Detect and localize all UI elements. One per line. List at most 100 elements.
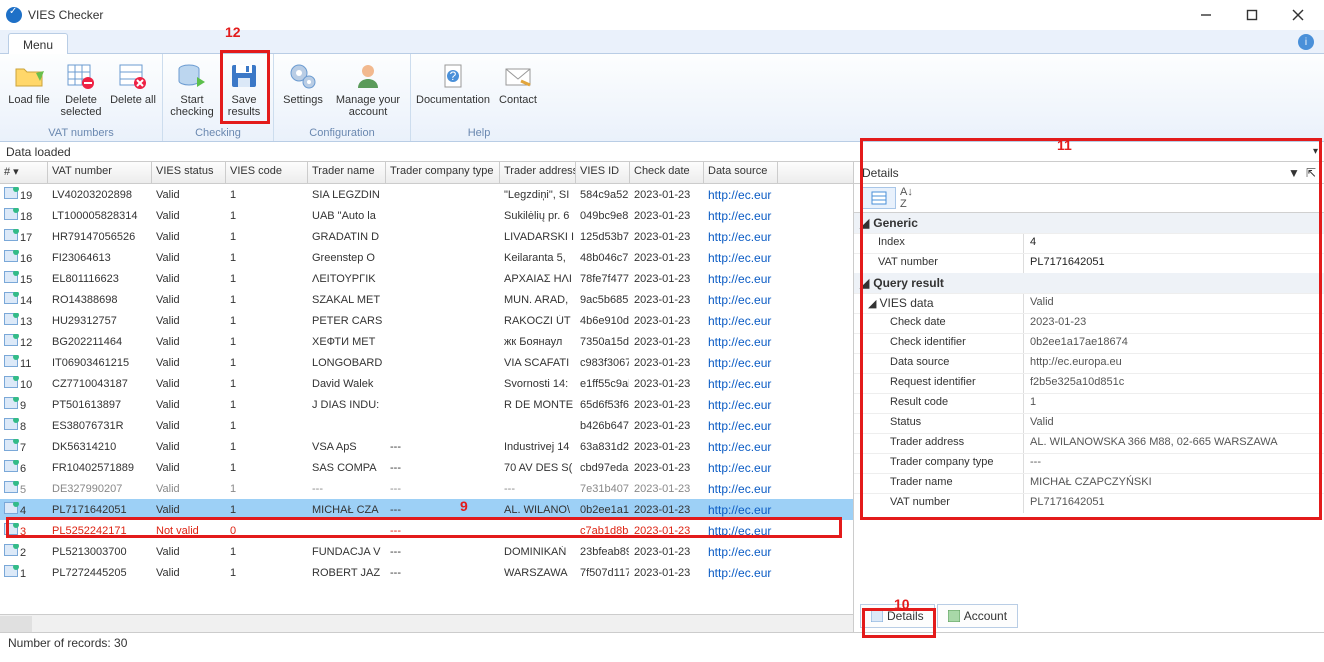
column-header[interactable]: VIES code bbox=[226, 162, 308, 183]
source-link[interactable]: http://ec.eur bbox=[708, 503, 771, 517]
settings-button[interactable]: Settings bbox=[280, 58, 326, 118]
source-link[interactable]: http://ec.eur bbox=[708, 377, 771, 391]
source-link[interactable]: http://ec.eur bbox=[708, 566, 771, 580]
grid-delete-icon bbox=[117, 60, 149, 92]
delete-selected-button[interactable]: Delete selected bbox=[58, 58, 104, 118]
documentation-button[interactable]: ? Documentation bbox=[417, 58, 489, 106]
source-link[interactable]: http://ec.eur bbox=[708, 545, 771, 559]
table-row[interactable]: 1PL7272445205Valid1ROBERT JAZ---WARSZAWA… bbox=[0, 562, 853, 583]
column-header[interactable]: Trader company type bbox=[386, 162, 500, 183]
close-button[interactable] bbox=[1284, 5, 1312, 25]
tab-menu[interactable]: Menu bbox=[8, 33, 68, 54]
table-row[interactable]: 12BG202211464Valid1ХЕФТИ МЕТжк Боянаул73… bbox=[0, 331, 853, 352]
table-row[interactable]: 19LV40203202898Valid1SIA LEGZDIN"Legzdiņ… bbox=[0, 184, 853, 205]
source-link[interactable]: http://ec.eur bbox=[708, 419, 771, 433]
collapse-icon[interactable]: ◢ bbox=[860, 276, 869, 290]
category-generic[interactable]: ◢Generic bbox=[854, 213, 1324, 233]
source-link[interactable]: http://ec.eur bbox=[708, 230, 771, 244]
table-row[interactable]: 2PL5213003700Valid1FUNDACJA V---DOMINIKA… bbox=[0, 541, 853, 562]
callout-9: 9 bbox=[460, 498, 468, 514]
source-link[interactable]: http://ec.eur bbox=[708, 524, 771, 538]
dropdown-icon[interactable]: ▼ bbox=[1288, 166, 1300, 180]
table-row[interactable]: 16FI23064613Valid1Greenstep OKeilaranta … bbox=[0, 247, 853, 268]
source-link[interactable]: http://ec.eur bbox=[708, 356, 771, 370]
row-icon bbox=[4, 271, 18, 283]
grid-header[interactable]: # ▾VAT numberVIES statusVIES codeTrader … bbox=[0, 162, 853, 184]
source-link[interactable]: http://ec.eur bbox=[708, 314, 771, 328]
dropdown-icon[interactable]: ▾ bbox=[1313, 146, 1318, 157]
column-header[interactable]: Trader name bbox=[308, 162, 386, 183]
maximize-button[interactable] bbox=[1238, 5, 1266, 25]
load-file-button[interactable]: Load file bbox=[6, 58, 52, 118]
column-header[interactable]: Trader address bbox=[500, 162, 576, 183]
row-icon bbox=[4, 418, 18, 430]
row-icon bbox=[4, 313, 18, 325]
mail-icon bbox=[502, 60, 534, 92]
property-grid[interactable]: ◢Generic Index4 VAT numberPL7171642051 ◢… bbox=[854, 212, 1324, 513]
document-help-icon: ? bbox=[437, 60, 469, 92]
row-icon bbox=[4, 460, 18, 472]
start-checking-button[interactable]: Start checking bbox=[169, 58, 215, 118]
table-row[interactable]: 15EL801116623Valid1ΛΕΙΤΟΥΡΓΙΚΑΡΧΑΙΑΣ ΗΛΙ… bbox=[0, 268, 853, 289]
row-icon bbox=[4, 250, 18, 262]
tab-account[interactable]: Account bbox=[937, 604, 1018, 628]
source-link[interactable]: http://ec.eur bbox=[708, 209, 771, 223]
row-icon bbox=[4, 544, 18, 556]
category-query[interactable]: ◢Query result bbox=[854, 273, 1324, 293]
help-icon[interactable]: i bbox=[1298, 34, 1314, 50]
contact-button[interactable]: Contact bbox=[495, 58, 541, 106]
sort-button[interactable]: A↓Z bbox=[900, 186, 913, 210]
row-icon bbox=[4, 355, 18, 367]
manage-account-button[interactable]: Manage your account bbox=[332, 58, 404, 118]
details-tabstrip: Details Account bbox=[854, 600, 1324, 632]
table-row[interactable]: 5DE327990207Valid1---------7e31b40753202… bbox=[0, 478, 853, 499]
table-row[interactable]: 6FR10402571889Valid1SAS COMPA---70 AV DE… bbox=[0, 457, 853, 478]
row-icon bbox=[4, 292, 18, 304]
table-row[interactable]: 14RO14388698Valid1SZAKAL METMUN. ARAD,9a… bbox=[0, 289, 853, 310]
source-link[interactable]: http://ec.eur bbox=[708, 461, 771, 475]
minimize-button[interactable] bbox=[1192, 5, 1220, 25]
source-link[interactable]: http://ec.eur bbox=[708, 482, 771, 496]
source-link[interactable]: http://ec.eur bbox=[708, 251, 771, 265]
source-link[interactable]: http://ec.eur bbox=[708, 440, 771, 454]
categorize-button[interactable] bbox=[862, 187, 896, 209]
table-row[interactable]: 9PT501613897Valid1J DIAS INDU:R DE MONTE… bbox=[0, 394, 853, 415]
table-row[interactable]: 10CZ7710043187Valid1David WalekSvornosti… bbox=[0, 373, 853, 394]
row-icon bbox=[4, 187, 18, 199]
source-link[interactable]: http://ec.eur bbox=[708, 293, 771, 307]
row-icon bbox=[4, 376, 18, 388]
table-row[interactable]: 7DK56314210Valid1VSA ApS---Industrivej 1… bbox=[0, 436, 853, 457]
column-header[interactable]: Data source bbox=[704, 162, 778, 183]
column-header[interactable]: VIES ID bbox=[576, 162, 630, 183]
table-row[interactable]: 11IT06903461215Valid1LONGOBARDVIA SCAFAT… bbox=[0, 352, 853, 373]
column-header[interactable]: VAT number bbox=[48, 162, 152, 183]
table-row[interactable]: 13HU29312757Valid1PETER CARSRAKOCZI ÚT4b… bbox=[0, 310, 853, 331]
collapse-icon[interactable]: ◢ bbox=[860, 216, 869, 230]
horizontal-scrollbar[interactable] bbox=[0, 614, 853, 632]
column-header[interactable]: VIES status bbox=[152, 162, 226, 183]
source-link[interactable]: http://ec.eur bbox=[708, 335, 771, 349]
pin-icon[interactable]: ⇱ bbox=[1306, 166, 1316, 180]
delete-all-button[interactable]: Delete all bbox=[110, 58, 156, 118]
details-pane: Details ▼⇱ A↓Z ◢Generic Index4 VAT numbe… bbox=[854, 162, 1324, 632]
column-header[interactable]: # ▾ bbox=[0, 162, 48, 183]
table-row[interactable]: 8ES38076731RValid1b426b647722023-01-23ht… bbox=[0, 415, 853, 436]
table-row[interactable]: 18LT100005828314Valid1UAB "Auto laSukilė… bbox=[0, 205, 853, 226]
property-toolbar: A↓Z bbox=[854, 184, 1324, 212]
grid-body[interactable]: 19LV40203202898Valid1SIA LEGZDIN"Legzdiņ… bbox=[0, 184, 853, 614]
table-row[interactable]: 3PL5252242171Not valid0---c7ab1d8ba32023… bbox=[0, 520, 853, 541]
column-header[interactable]: Check date bbox=[630, 162, 704, 183]
account-tab-icon bbox=[948, 610, 960, 622]
source-link[interactable]: http://ec.eur bbox=[708, 188, 771, 202]
status-bar: Number of records: 30 bbox=[0, 632, 1324, 654]
row-icon bbox=[4, 565, 18, 577]
callout-12: 12 bbox=[225, 24, 241, 40]
table-row[interactable]: 17HR79147056526Valid1GRADATIN DLIVADARSK… bbox=[0, 226, 853, 247]
table-row[interactable]: 4PL7171642051Valid1MICHAŁ CZA---AL. WILA… bbox=[0, 499, 853, 520]
app-icon bbox=[6, 7, 22, 23]
source-link[interactable]: http://ec.eur bbox=[708, 272, 771, 286]
row-icon bbox=[4, 439, 18, 451]
ribbon-tabs: Menu i bbox=[0, 30, 1324, 54]
source-link[interactable]: http://ec.eur bbox=[708, 398, 771, 412]
save-results-button[interactable]: Save results bbox=[221, 58, 267, 118]
